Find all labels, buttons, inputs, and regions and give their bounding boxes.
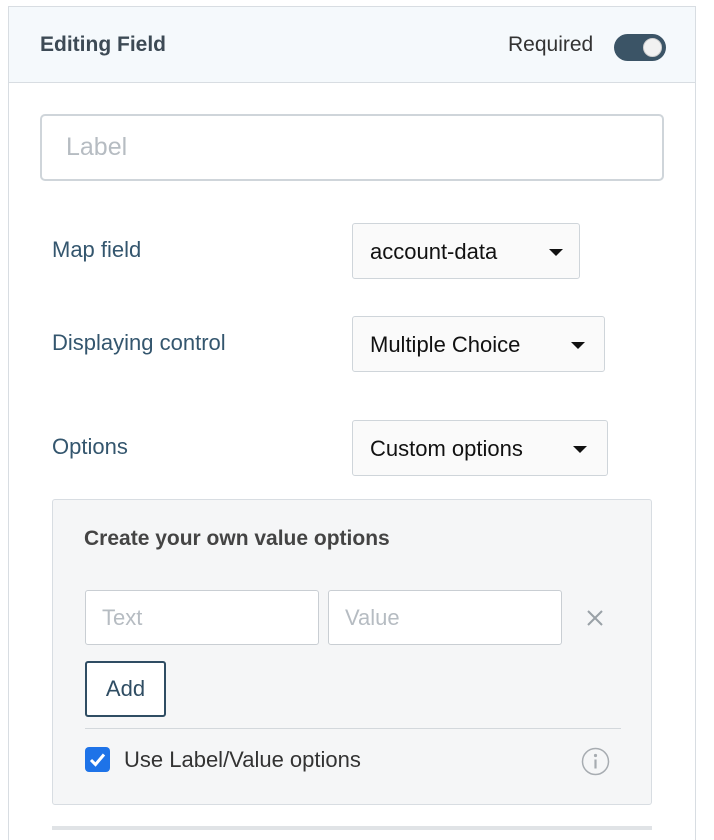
label-input[interactable] [40, 114, 664, 181]
map-field-select[interactable]: account-data [352, 223, 580, 279]
divider [85, 728, 621, 729]
map-field-value: account-data [370, 239, 498, 264]
map-field-label: Map field [52, 237, 142, 262]
value-options-box: Create your own value options Add Use La… [52, 499, 652, 805]
toggle-knob [643, 38, 662, 57]
panel-header: Editing Field Required [9, 7, 695, 83]
value-options-title: Create your own value options [84, 527, 390, 550]
caret-down-icon [571, 342, 585, 349]
required-toggle[interactable] [614, 34, 666, 61]
options-label: Options [52, 434, 128, 459]
displaying-control-select[interactable]: Multiple Choice [352, 316, 605, 372]
panel-title: Editing Field [40, 33, 166, 56]
options-select[interactable]: Custom options [352, 420, 608, 476]
displaying-control-label: Displaying control [52, 330, 226, 355]
option-value-input[interactable] [328, 590, 562, 645]
info-icon[interactable] [581, 747, 610, 776]
caret-down-icon [549, 249, 563, 256]
use-label-value-label: Use Label/Value options [124, 747, 361, 772]
caret-down-icon [573, 446, 587, 453]
section-divider [52, 826, 652, 830]
required-label: Required [508, 33, 594, 56]
options-value: Custom options [370, 436, 523, 461]
option-text-input[interactable] [85, 590, 319, 645]
add-option-button[interactable]: Add [85, 661, 166, 717]
displaying-control-value: Multiple Choice [370, 332, 521, 357]
close-icon[interactable] [585, 608, 605, 628]
use-label-value-checkbox[interactable] [85, 747, 110, 772]
